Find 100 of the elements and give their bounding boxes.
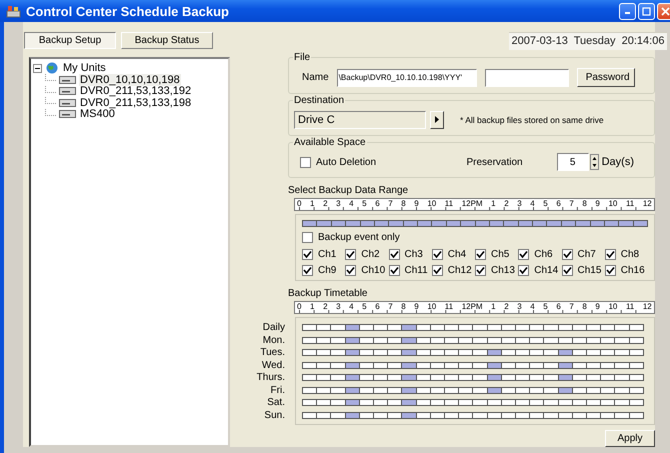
time-slot[interactable] xyxy=(502,399,516,406)
time-slot[interactable] xyxy=(572,399,588,406)
time-slot[interactable] xyxy=(615,399,630,406)
time-slot[interactable] xyxy=(459,412,474,418)
time-slot[interactable] xyxy=(488,324,502,331)
time-slot[interactable] xyxy=(558,374,573,381)
hour-cell[interactable] xyxy=(604,220,620,227)
time-slot[interactable] xyxy=(360,349,374,356)
time-slot[interactable] xyxy=(488,412,502,418)
checkbox[interactable] xyxy=(518,249,530,260)
hour-cell[interactable] xyxy=(302,220,318,227)
time-slot[interactable] xyxy=(331,399,346,406)
time-slot[interactable] xyxy=(430,412,446,418)
time-slot[interactable] xyxy=(473,349,488,356)
time-slot[interactable] xyxy=(615,412,630,418)
time-slot[interactable] xyxy=(502,324,516,331)
path-field[interactable]: \Backup\DVR0_10.10.10.198\YYY' xyxy=(336,68,477,86)
time-slot[interactable] xyxy=(402,412,417,418)
hour-cell[interactable] xyxy=(418,220,432,227)
time-slot[interactable] xyxy=(331,336,346,344)
checkbox[interactable] xyxy=(562,265,572,276)
time-slot[interactable] xyxy=(544,336,559,344)
time-slot[interactable] xyxy=(587,399,602,406)
time-slot[interactable] xyxy=(572,324,588,331)
hour-cell[interactable] xyxy=(432,220,447,227)
time-slot[interactable] xyxy=(430,336,446,344)
time-slot[interactable] xyxy=(459,336,474,344)
time-slot[interactable] xyxy=(416,324,431,331)
time-slot[interactable] xyxy=(587,412,602,418)
checkbox[interactable] xyxy=(604,249,616,260)
time-slot[interactable] xyxy=(530,336,544,344)
time-slot[interactable] xyxy=(430,374,446,381)
time-slot[interactable] xyxy=(615,349,630,356)
time-slot[interactable] xyxy=(516,362,530,368)
time-slot[interactable] xyxy=(459,374,474,381)
tree-item[interactable]: My Units xyxy=(62,62,107,74)
time-slot[interactable] xyxy=(601,324,616,331)
checkbox[interactable] xyxy=(345,249,356,260)
time-slot[interactable] xyxy=(473,362,488,368)
hour-cell[interactable] xyxy=(504,220,519,227)
time-slot[interactable] xyxy=(544,399,559,406)
time-slot[interactable] xyxy=(630,349,644,356)
time-slot[interactable] xyxy=(402,374,417,381)
time-slot[interactable] xyxy=(587,386,602,394)
minimize-button[interactable] xyxy=(619,2,636,20)
time-slot[interactable] xyxy=(402,336,417,344)
time-slot[interactable] xyxy=(317,399,332,406)
tree-item[interactable]: DVR0_211,53,133,192 xyxy=(79,85,192,98)
time-slot[interactable] xyxy=(374,362,388,368)
time-slot[interactable] xyxy=(331,412,346,418)
hour-cell[interactable] xyxy=(518,220,533,227)
time-slot[interactable] xyxy=(459,349,474,356)
time-slot[interactable] xyxy=(374,336,388,344)
time-slot[interactable] xyxy=(302,362,318,368)
time-slot[interactable] xyxy=(445,324,460,331)
time-slot[interactable] xyxy=(601,386,616,394)
time-slot[interactable] xyxy=(530,374,544,381)
tree-item[interactable]: DVR0_10,10,10,198 xyxy=(79,74,181,86)
hour-cell[interactable] xyxy=(476,220,490,227)
time-slot[interactable] xyxy=(459,386,474,394)
time-slot[interactable] xyxy=(317,336,332,344)
time-slot[interactable] xyxy=(544,412,559,418)
time-slot[interactable] xyxy=(388,336,402,344)
time-slot[interactable] xyxy=(374,386,388,394)
time-slot[interactable] xyxy=(502,336,516,344)
time-slot[interactable] xyxy=(473,374,488,381)
time-slot[interactable] xyxy=(360,336,374,344)
tree-item[interactable]: MS400 xyxy=(79,108,116,120)
checkbox[interactable] xyxy=(475,265,486,276)
checkbox[interactable] xyxy=(388,265,400,276)
time-slot[interactable] xyxy=(473,399,488,406)
time-slot[interactable] xyxy=(402,362,417,368)
time-slot[interactable] xyxy=(331,324,346,331)
time-slot[interactable] xyxy=(360,324,374,331)
time-slot[interactable] xyxy=(502,349,516,356)
time-slot[interactable] xyxy=(416,336,431,344)
time-slot[interactable] xyxy=(402,324,417,331)
time-slot[interactable] xyxy=(530,412,544,418)
time-slot[interactable] xyxy=(346,412,360,418)
time-slot[interactable] xyxy=(544,349,559,356)
time-slot[interactable] xyxy=(360,374,374,381)
time-slot[interactable] xyxy=(572,349,588,356)
hour-cell[interactable] xyxy=(533,220,548,227)
time-slot[interactable] xyxy=(360,386,374,394)
hour-cell[interactable] xyxy=(446,220,462,227)
time-slot[interactable] xyxy=(587,324,602,331)
time-slot[interactable] xyxy=(445,336,460,344)
time-slot[interactable] xyxy=(302,386,318,394)
time-slot[interactable] xyxy=(558,349,573,356)
time-slot[interactable] xyxy=(530,349,544,356)
time-slot[interactable] xyxy=(459,324,474,331)
time-slot[interactable] xyxy=(516,324,530,331)
time-slot[interactable] xyxy=(374,324,388,331)
time-slot[interactable] xyxy=(572,386,588,394)
time-slot[interactable] xyxy=(317,362,332,368)
time-slot[interactable] xyxy=(374,349,388,356)
time-slot[interactable] xyxy=(530,399,544,406)
preservation-field[interactable]: 5 xyxy=(556,153,589,171)
time-slot[interactable] xyxy=(516,349,530,356)
checkbox[interactable] xyxy=(388,249,400,260)
